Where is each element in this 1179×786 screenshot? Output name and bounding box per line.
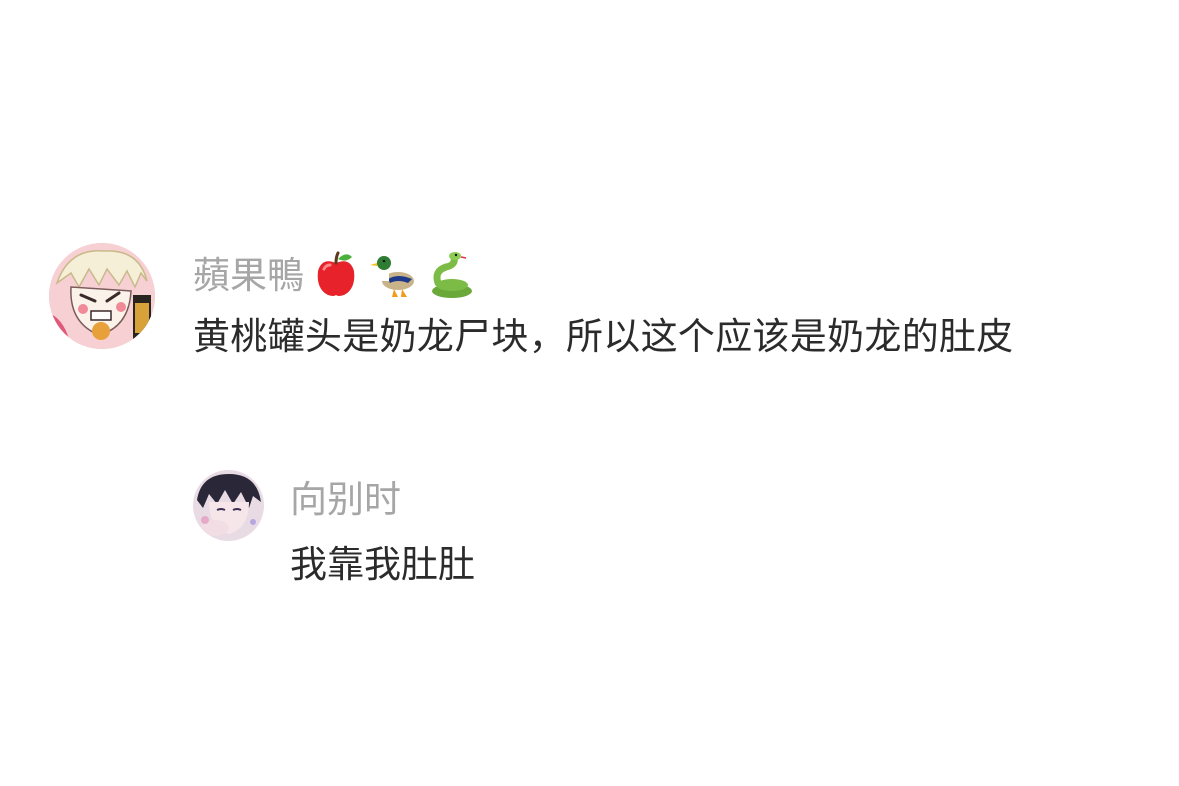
apple-emoji bbox=[310, 249, 362, 301]
duck-emoji bbox=[368, 249, 420, 301]
username[interactable]: 蘋果鴨 bbox=[193, 249, 484, 301]
username[interactable]: 向别时 bbox=[290, 481, 401, 518]
snake-emoji bbox=[426, 249, 478, 301]
comment-text: 黄桃罐头是奶龙尸块，所以这个应该是奶龙的肚皮 bbox=[193, 315, 1014, 358]
username-text: 蘋果鴨 bbox=[193, 253, 304, 297]
avatar[interactable] bbox=[193, 470, 264, 541]
comment-text: 我靠我肚肚 bbox=[290, 543, 475, 586]
avatar[interactable] bbox=[49, 243, 155, 349]
